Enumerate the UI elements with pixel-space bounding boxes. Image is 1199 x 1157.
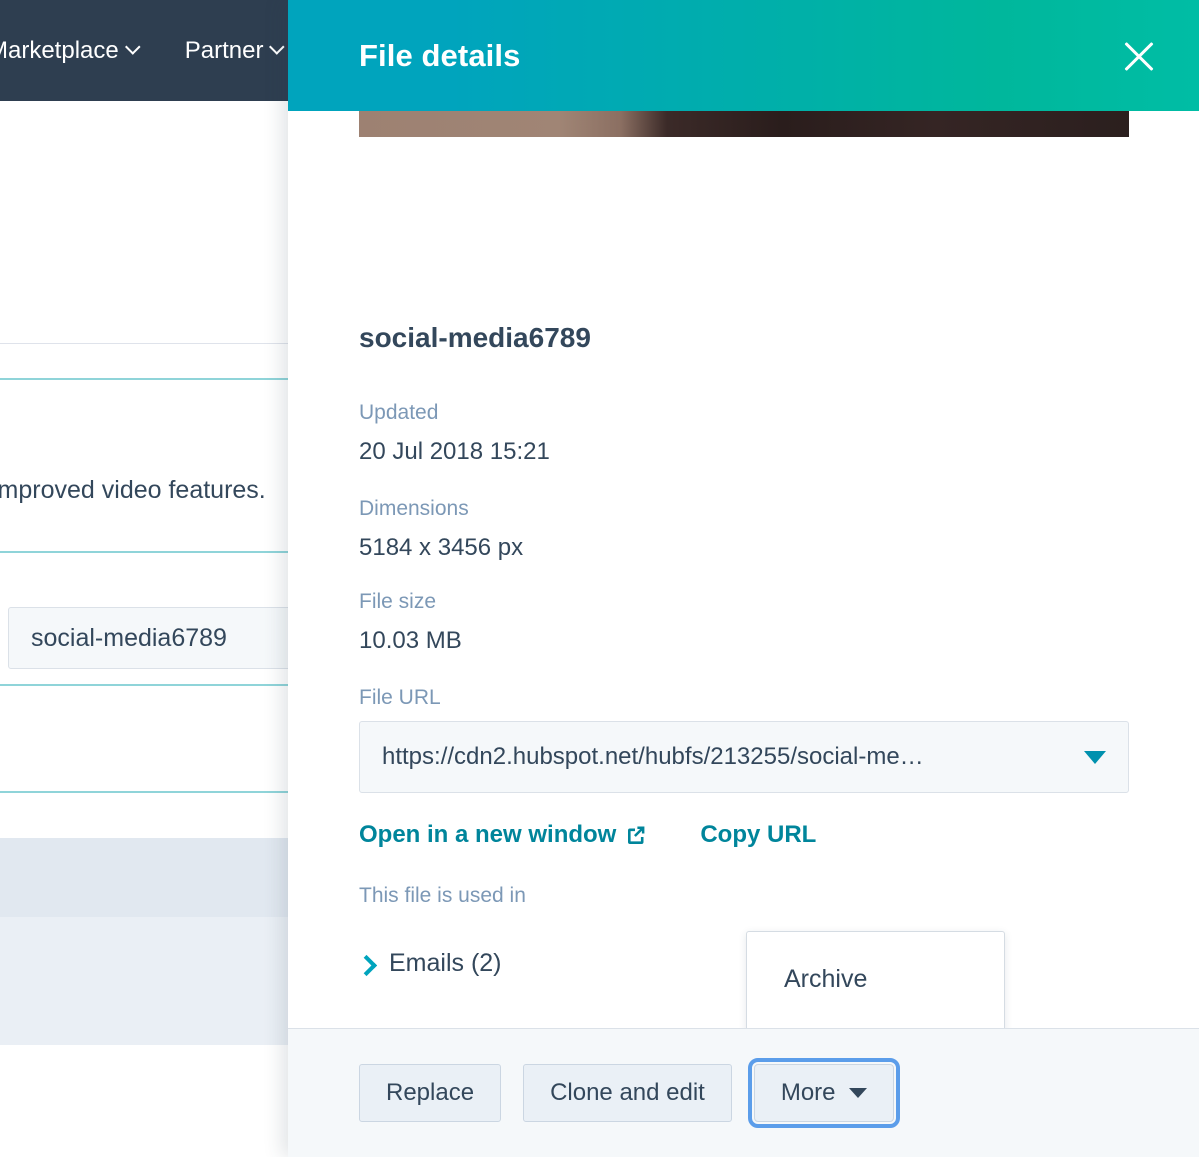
copy-url-link[interactable]: Copy URL <box>700 821 816 849</box>
external-link-icon <box>628 826 645 844</box>
modal-header: File details <box>288 0 1199 111</box>
open-in-new-window-link[interactable]: Open in a new window <box>359 821 647 849</box>
copy-url-label: Copy URL <box>700 821 817 848</box>
file-url-dropdown[interactable]: https://cdn2.hubspot.net/hubfs/213255/so… <box>359 721 1129 793</box>
close-icon[interactable] <box>1117 34 1161 78</box>
file-details-modal: File details social-media6789 Updated 20… <box>288 0 1199 1157</box>
file-size-value: 10.03 MB <box>359 627 462 654</box>
open-in-new-window-label: Open in a new window <box>359 821 617 848</box>
top-navigation-bar: Marketplace Partner <box>0 0 300 101</box>
background-divider <box>0 551 290 553</box>
modal-footer: Replace Clone and edit More <box>288 1028 1199 1157</box>
chevron-down-icon <box>269 39 286 55</box>
chevron-right-icon <box>359 958 371 970</box>
more-dropdown-menu: Archive Delete Download <box>746 931 1005 1028</box>
caret-down-icon <box>848 1088 867 1098</box>
modal-body: social-media6789 Updated 20 Jul 2018 15:… <box>288 111 1199 1028</box>
background-block <box>0 838 290 917</box>
dimensions-value: 5184 x 3456 px <box>359 534 524 561</box>
more-button[interactable]: More <box>747 1058 900 1128</box>
background-divider <box>0 684 290 686</box>
chevron-down-icon <box>1084 750 1106 764</box>
background-divider <box>0 791 290 793</box>
menu-item-delete[interactable]: Delete <box>747 1015 1004 1028</box>
nav-item-partner-label: Partner <box>184 36 264 64</box>
updated-value: 20 Jul 2018 15:21 <box>359 438 550 465</box>
file-url-value: https://cdn2.hubspot.net/hubfs/213255/so… <box>382 743 924 770</box>
accordion-emails-label: Emails (2) <box>389 949 502 977</box>
nav-item-marketplace-label: Marketplace <box>0 36 119 64</box>
more-button-label: More <box>780 1079 836 1106</box>
file-size-label: File size <box>359 590 437 613</box>
replace-button[interactable]: Replace <box>359 1064 502 1122</box>
updated-label: Updated <box>359 401 439 424</box>
dimensions-label: Dimensions <box>359 497 469 520</box>
modal-title: File details <box>359 37 521 73</box>
replace-button-label: Replace <box>386 1079 475 1106</box>
accordion-emails[interactable]: Emails (2) <box>359 949 502 978</box>
background-block <box>0 917 290 1045</box>
background-content: improved video features. social-media678… <box>0 101 300 1157</box>
screen-root: Marketplace Partner improved video featu… <box>0 0 1199 1157</box>
file-thumbnail-preview <box>359 111 1129 137</box>
menu-item-archive-label: Archive <box>784 965 868 993</box>
file-name: social-media6789 <box>359 322 591 353</box>
file-url-label: File URL <box>359 686 441 709</box>
background-input-field[interactable]: social-media6789 <box>8 607 294 669</box>
nav-item-partner[interactable]: Partner <box>184 36 286 65</box>
background-divider <box>0 343 290 344</box>
used-in-label: This file is used in <box>359 884 526 907</box>
clone-and-edit-button-label: Clone and edit <box>550 1079 705 1106</box>
file-url-actions: Open in a new window Copy URL <box>359 821 816 849</box>
nav-item-marketplace[interactable]: Marketplace <box>0 36 141 65</box>
background-divider <box>0 378 290 380</box>
background-body-text: improved video features. <box>0 476 266 504</box>
menu-item-archive[interactable]: Archive <box>747 944 1004 1015</box>
background-page: Marketplace Partner improved video featu… <box>0 0 300 1157</box>
chevron-down-icon <box>124 39 141 55</box>
clone-and-edit-button[interactable]: Clone and edit <box>523 1064 732 1122</box>
